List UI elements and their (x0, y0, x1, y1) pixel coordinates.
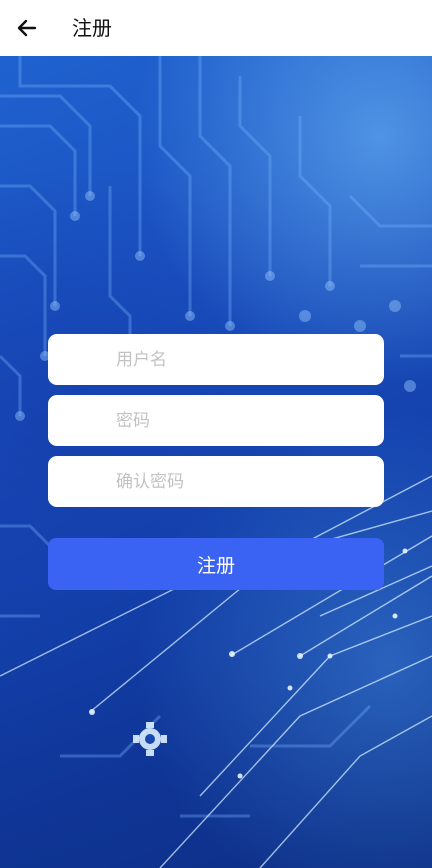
arrow-left-icon (17, 19, 37, 37)
page-title: 注册 (72, 16, 112, 40)
back-button[interactable] (14, 15, 40, 41)
gear-icon (133, 722, 167, 756)
register-button[interactable]: 注册 (48, 538, 384, 590)
username-input[interactable] (48, 334, 384, 385)
confirm-password-input[interactable] (48, 456, 384, 507)
app-bar: 注册 (0, 0, 432, 56)
password-input[interactable] (48, 395, 384, 446)
